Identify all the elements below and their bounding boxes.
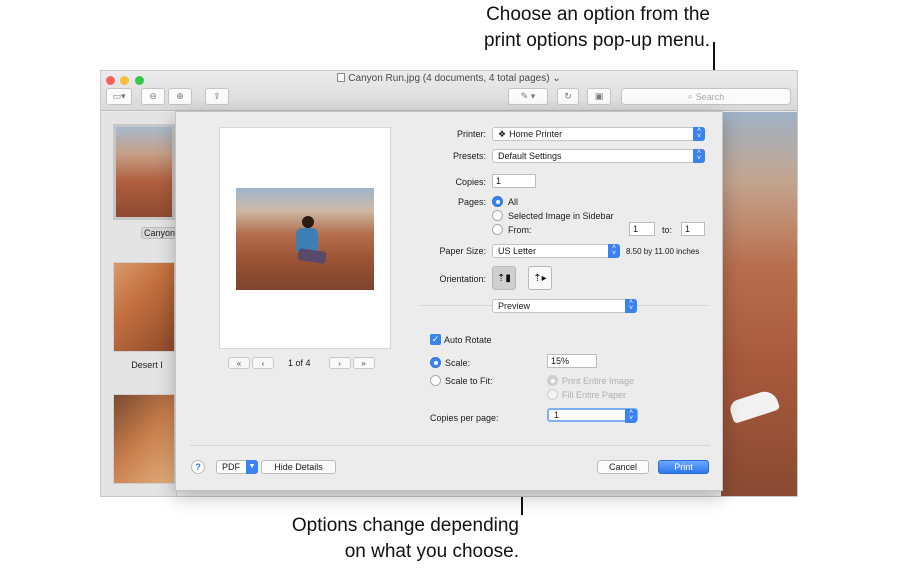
pdf-label: PDF xyxy=(222,462,240,472)
title-bar: Canyon Run.jpg (4 documents, 4 total pag… xyxy=(101,71,797,111)
printer-label: Printer: xyxy=(456,129,486,139)
search-placeholder: Search xyxy=(695,91,725,102)
paper-size-value: US Letter xyxy=(498,246,537,256)
copies-per-page-popup[interactable]: 1 ˄ ˅ xyxy=(547,408,638,423)
callout-bottom-line1: Options change depending xyxy=(291,515,519,536)
print-options-popup[interactable]: Preview ˄ ˅ xyxy=(492,299,637,313)
printer-value: Home Printer xyxy=(509,129,563,139)
zoom-out-button[interactable]: ⊖ xyxy=(141,88,165,105)
pages-selected-radio[interactable] xyxy=(492,210,503,221)
printer-popup[interactable]: ❖ Home Printer ˄ ˅ xyxy=(492,127,705,141)
popup-arrows-icon: ˄ ˅ xyxy=(693,149,705,163)
cancel-button[interactable]: Cancel xyxy=(597,460,649,474)
toolbox-button[interactable]: ▣ xyxy=(587,88,611,105)
rotate-button[interactable]: ↻ xyxy=(557,88,579,105)
pages-all-radio[interactable] xyxy=(492,196,503,207)
sidebar-thumb-3[interactable] xyxy=(113,394,175,484)
presets-value: Default Settings xyxy=(498,151,562,161)
search-field[interactable]: ⌕ Search xyxy=(621,88,791,105)
help-button[interactable]: ? xyxy=(191,460,205,474)
page: Choose an option from the print options … xyxy=(0,0,900,580)
copies-per-page-label: Copies per page: xyxy=(430,413,499,423)
sidebar-item-label-1: Canyon xyxy=(141,227,177,239)
copies-per-page-value: 1 xyxy=(554,410,560,420)
popup-arrows-icon: ˄ ˅ xyxy=(625,409,637,423)
print-dialog: « ‹ 1 of 4 › » Printer: ❖ Home Printer ˄ ˅… xyxy=(175,111,723,491)
scale-radio[interactable] xyxy=(430,357,441,368)
orientation-label: Orientation: xyxy=(439,274,486,284)
person-legs xyxy=(297,248,327,264)
next-page-button[interactable]: › xyxy=(328,357,351,369)
auto-rotate-checkbox[interactable]: ✓ xyxy=(430,334,441,345)
paper-dimensions: 8.50 by 11.00 inches xyxy=(626,247,700,256)
callout-print-options: Choose an option from the print options … xyxy=(484,2,710,54)
person-figure xyxy=(302,216,314,228)
to-field[interactable]: 1 xyxy=(681,222,705,236)
sidebar-item-label-2: Desert I xyxy=(131,360,163,370)
last-page-button[interactable]: » xyxy=(352,357,375,369)
presets-label: Presets: xyxy=(452,151,486,161)
scale-to-fit-label: Scale to Fit: xyxy=(445,376,493,386)
auto-rotate-label: Auto Rotate xyxy=(444,335,492,345)
window-title: Canyon Run.jpg (4 documents, 4 total pag… xyxy=(101,73,797,84)
paper-size-label: Paper Size: xyxy=(439,246,486,256)
sidebar-thumb-2[interactable] xyxy=(113,262,175,352)
copies-field[interactable]: 1 xyxy=(492,174,536,188)
callout-top-line1: Choose an option from the xyxy=(486,4,710,25)
pages-from-radio[interactable] xyxy=(492,224,503,235)
sidebar-thumb-1[interactable] xyxy=(113,124,175,220)
pages-label: Pages: xyxy=(457,197,486,207)
fill-entire-paper-radio[interactable] xyxy=(547,389,558,400)
callout-bottom-line2: on what you choose. xyxy=(344,541,519,562)
landscape-orientation-button[interactable]: ⇡▸ xyxy=(528,266,552,290)
print-options-value: Preview xyxy=(498,301,531,311)
popup-arrows-icon: ˄ ˅ xyxy=(693,127,705,141)
from-field[interactable]: 1 xyxy=(629,222,655,236)
print-preview-paper xyxy=(219,127,391,349)
portrait-icon: ⇡▮ xyxy=(497,272,511,284)
presets-popup[interactable]: Default Settings ˄ ˅ xyxy=(492,149,705,163)
share-button[interactable]: ⇪ xyxy=(205,88,229,105)
window-title-text: Canyon Run.jpg (4 documents, 4 total pag… xyxy=(348,73,550,84)
sidebar: Canyon Desert I xyxy=(101,112,177,496)
print-preview-photo xyxy=(236,188,374,290)
prev-page-button[interactable]: ‹ xyxy=(252,357,274,369)
callout-options-change: Options change depending on what you cho… xyxy=(292,513,519,565)
pdf-menu-button[interactable]: PDF ▼ xyxy=(216,460,258,474)
document-icon xyxy=(337,73,346,82)
printer-icon: ❖ xyxy=(498,128,507,139)
page-navigator: « ‹ 1 of 4 › » xyxy=(228,357,375,369)
zoom-in-button[interactable]: ⊕ xyxy=(168,88,192,105)
first-page-button[interactable]: « xyxy=(228,357,250,369)
popup-arrows-icon: ˄ ˅ xyxy=(608,244,620,258)
print-button[interactable]: Print xyxy=(658,460,709,474)
paper-size-popup[interactable]: US Letter ˄ ˅ xyxy=(492,244,620,258)
markup-button[interactable]: ✎ ▾ xyxy=(508,88,548,105)
separator-bottom xyxy=(190,445,710,446)
print-entire-image-radio[interactable] xyxy=(547,375,558,386)
popup-arrows-icon: ˄ ˅ xyxy=(625,299,637,313)
search-icon: ⌕ xyxy=(687,91,693,101)
fill-entire-paper-label: Fill Entire Paper xyxy=(562,390,627,400)
to-label: to: xyxy=(662,225,673,235)
main-image xyxy=(721,112,797,496)
portrait-orientation-button[interactable]: ⇡▮ xyxy=(492,266,516,290)
print-entire-image-label: Print Entire Image xyxy=(562,376,635,386)
landscape-icon: ⇡▸ xyxy=(533,272,547,284)
page-indicator: 1 of 4 xyxy=(288,358,311,368)
hide-details-button[interactable]: Hide Details xyxy=(261,460,336,474)
sidebar-toggle-button[interactable]: ▭▾ xyxy=(106,88,132,105)
chevron-down-icon: ▼ xyxy=(246,460,258,474)
copies-label: Copies: xyxy=(455,177,486,187)
scale-to-fit-radio[interactable] xyxy=(430,375,441,386)
pages-all-label: All xyxy=(508,197,519,207)
pages-selected-label: Selected Image in Sidebar xyxy=(508,211,614,221)
chevron-down-icon[interactable]: ⌄ xyxy=(552,73,560,84)
callout-top-line2: print options pop-up menu. xyxy=(483,30,710,51)
scale-label: Scale: xyxy=(445,358,471,368)
pages-from-label: From: xyxy=(508,225,532,235)
scale-field[interactable]: 15% xyxy=(547,354,597,368)
